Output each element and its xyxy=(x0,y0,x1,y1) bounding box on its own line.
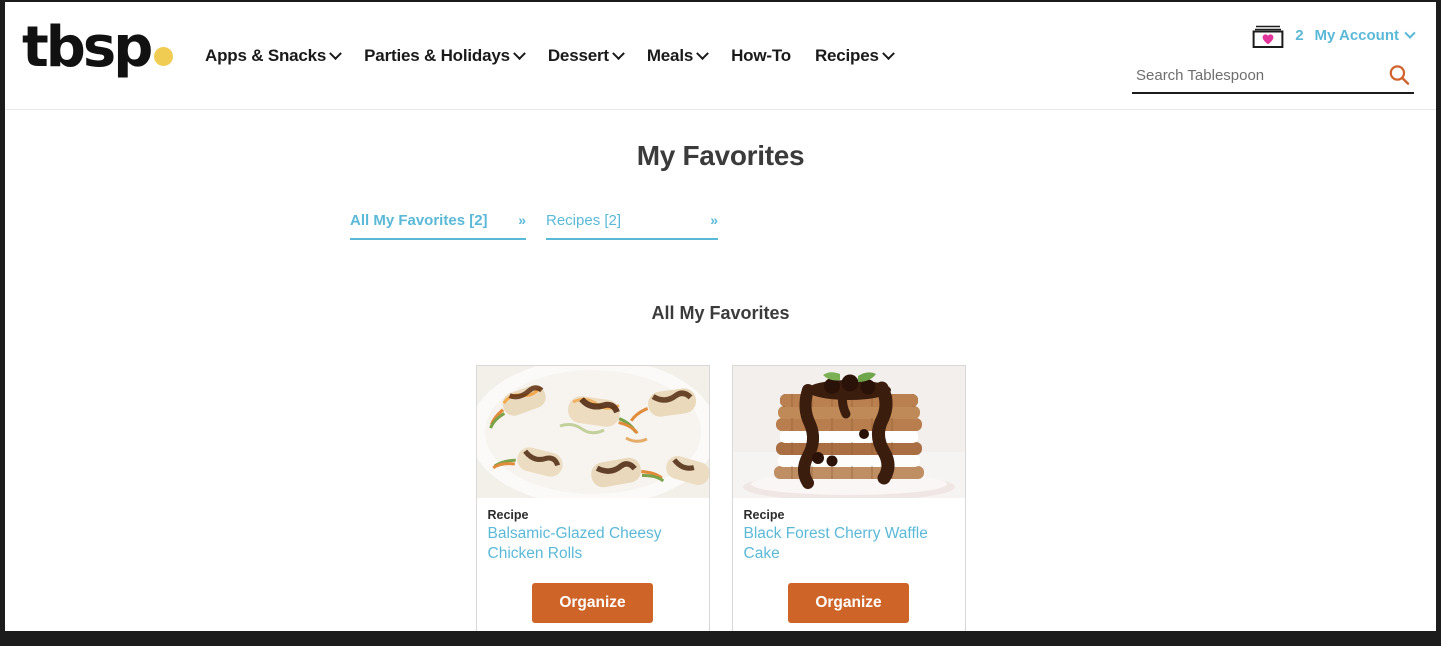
nav-label: Recipes xyxy=(814,46,879,65)
main-content: My Favorites All My Favorites [2] » Reci… xyxy=(5,110,1436,631)
card-kicker: Recipe xyxy=(743,508,785,522)
favorite-card: Recipe Black Forest Cherry Waffle Cake O… xyxy=(731,365,966,631)
page-title: My Favorites xyxy=(636,140,805,171)
search-bar xyxy=(1132,64,1414,94)
chevron-down-icon xyxy=(881,46,895,60)
card-thumbnail-chicken-rolls[interactable] xyxy=(476,366,709,498)
nav-item-recipes[interactable]: Recipes xyxy=(814,46,895,66)
card-body: Recipe Black Forest Cherry Waffle Cake xyxy=(733,498,965,564)
card-title-link[interactable]: Balsamic-Glazed Cheesy Chicken Rolls xyxy=(488,525,662,562)
nav-label: How-To xyxy=(731,46,791,65)
tab-label: All My Favorites [2] xyxy=(350,212,488,229)
card-title-link[interactable]: Black Forest Cherry Waffle Cake xyxy=(744,525,928,562)
favorites-count: 2 xyxy=(1295,27,1304,44)
logo-text: tbsp xyxy=(22,15,153,80)
tab-label: Recipes [2] xyxy=(546,212,622,229)
nav-item-how-to[interactable]: How-To xyxy=(731,46,791,66)
favorite-card: Recipe Balsamic-Glazed Cheesy Chicken Ro… xyxy=(475,365,710,631)
browser-window: tbsp Apps & Snacks Parties & Holidays De… xyxy=(0,0,1441,646)
chevron-down-icon xyxy=(512,46,526,60)
nav-item-parties-holidays[interactable]: Parties & Holidays xyxy=(364,46,526,66)
section-title: All My Favorites xyxy=(651,303,790,323)
card-kicker: Recipe xyxy=(487,508,529,522)
card-actions: Organize xyxy=(477,564,709,631)
chevron-down-icon xyxy=(611,46,625,60)
logo-dot-icon xyxy=(154,47,174,66)
site-header: tbsp Apps & Snacks Parties & Holidays De… xyxy=(5,2,1436,110)
recipe-photo xyxy=(476,366,709,498)
double-chevron-right-icon: » xyxy=(518,212,526,228)
recipe-photo xyxy=(732,366,965,498)
nav-label: Apps & Snacks xyxy=(205,46,327,65)
chevron-down-icon xyxy=(696,46,709,60)
nav-item-dessert[interactable]: Dessert xyxy=(547,46,625,66)
card-thumbnail-waffle-cake[interactable] xyxy=(732,366,965,498)
double-chevron-right-icon: » xyxy=(710,212,718,228)
nav-label: Dessert xyxy=(547,46,609,65)
tab-recipes[interactable]: Recipes [2] » xyxy=(546,212,718,240)
favorites-tabs: All My Favorites [2] » Recipes [2] » xyxy=(5,212,1436,240)
card-body: Recipe Balsamic-Glazed Cheesy Chicken Ro… xyxy=(477,498,709,564)
search-input[interactable] xyxy=(1132,64,1388,88)
nav-label: Meals xyxy=(646,46,694,65)
my-account-label: My Account xyxy=(1314,27,1399,44)
nav-item-apps-snacks[interactable]: Apps & Snacks xyxy=(205,46,343,66)
site-logo[interactable]: tbsp xyxy=(22,20,174,76)
nav-item-meals[interactable]: Meals xyxy=(646,46,709,66)
nav-label: Parties & Holidays xyxy=(364,46,510,65)
chevron-down-icon xyxy=(329,46,343,60)
chevron-down-icon xyxy=(1404,27,1416,39)
tab-all-my-favorites[interactable]: All My Favorites [2] » xyxy=(350,212,526,240)
account-bar: 2 My Account xyxy=(1252,22,1416,49)
my-account-menu[interactable]: My Account xyxy=(1314,27,1416,44)
search-icon xyxy=(1389,65,1410,85)
card-actions: Organize xyxy=(733,564,965,631)
main-navigation: Apps & Snacks Parties & Holidays Dessert… xyxy=(205,46,895,66)
favorites-card-grid: Recipe Balsamic-Glazed Cheesy Chicken Ro… xyxy=(5,365,1436,631)
recipe-box-heart-icon[interactable] xyxy=(1252,22,1284,49)
search-button[interactable] xyxy=(1388,64,1414,88)
organize-button[interactable]: Organize xyxy=(532,583,653,624)
organize-button[interactable]: Organize xyxy=(788,583,909,624)
